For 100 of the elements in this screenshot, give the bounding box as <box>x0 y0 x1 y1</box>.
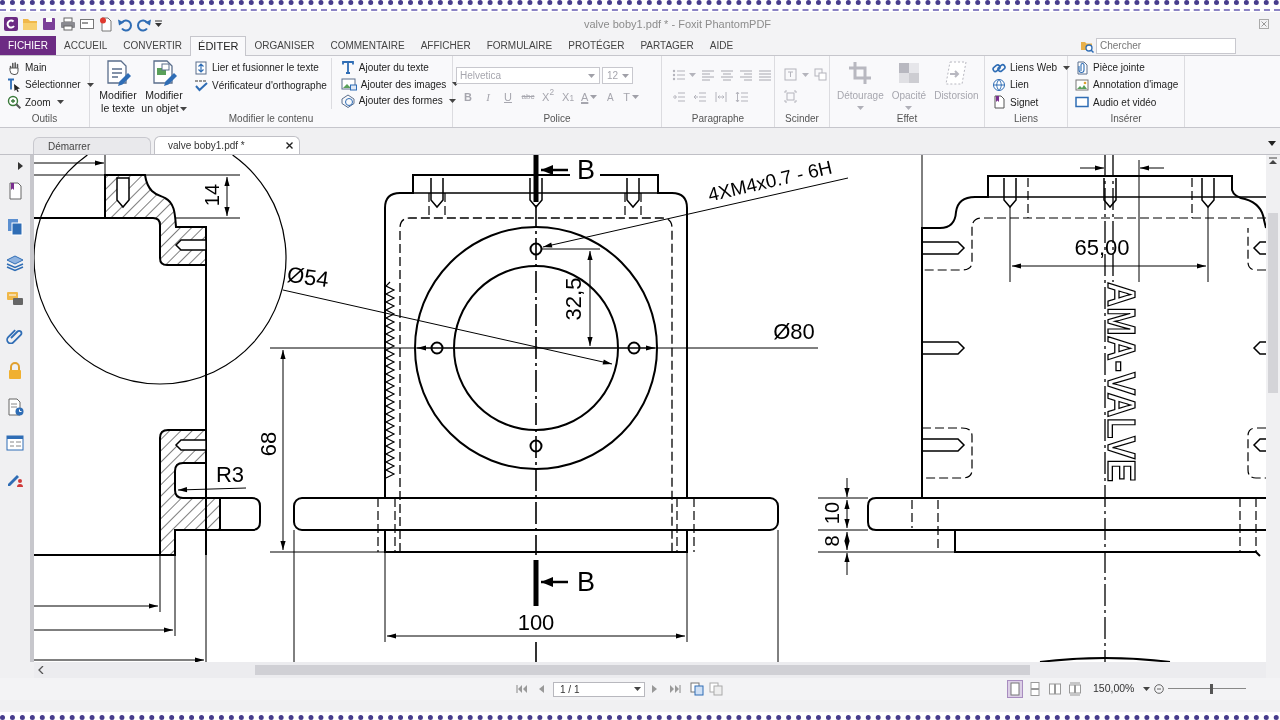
attachment-icon <box>1075 60 1089 75</box>
form-icon[interactable] <box>6 434 24 452</box>
stacked-pages-icon[interactable] <box>709 682 723 696</box>
zoom-out-icon[interactable] <box>1154 684 1165 694</box>
hand-icon <box>7 60 21 75</box>
layers-icon[interactable] <box>6 254 24 272</box>
menu-tab[interactable]: PROTÉGER <box>560 36 633 55</box>
section-letter: B <box>577 155 595 185</box>
document-tab[interactable]: valve boby1.pdf * <box>154 136 300 154</box>
dimension-label: 68 <box>255 431 281 457</box>
spellcheck-button[interactable]: Vérificateur d'orthographe <box>194 76 327 94</box>
caret-icon <box>1143 687 1151 691</box>
menu-tab[interactable]: ORGANISER <box>246 36 323 55</box>
select-tool-button[interactable]: Sélectionner <box>7 76 94 94</box>
expand-icon[interactable] <box>18 162 23 170</box>
add-image-icon <box>340 77 357 91</box>
add-shapes-button[interactable]: Ajouter des formes <box>340 92 460 109</box>
dimension-label: R3 <box>215 461 245 487</box>
close-icon[interactable] <box>286 142 293 149</box>
video-frame-icon <box>1075 95 1089 110</box>
new-document-icon[interactable] <box>98 16 114 32</box>
view-mode-button[interactable] <box>1047 680 1063 698</box>
document-clock-icon[interactable] <box>6 398 24 416</box>
caret-icon <box>588 73 595 78</box>
menu-tab[interactable]: AIDE <box>701 36 742 55</box>
view-mode-button[interactable] <box>1067 680 1083 698</box>
bookmark-icon <box>992 95 1006 110</box>
menu-tab[interactable]: ÉDITER <box>190 36 247 56</box>
group-label: Police <box>543 113 571 125</box>
spellcheck-icon <box>194 78 208 93</box>
form-icon[interactable] <box>79 16 95 32</box>
page-number-field[interactable]: 1 / 1 <box>553 681 645 697</box>
group-label: Paragraphe <box>691 113 745 125</box>
dimension-label: 100 <box>517 609 555 635</box>
zoom-slider[interactable] <box>1168 684 1247 694</box>
comment-icon[interactable] <box>6 290 24 308</box>
edit-text-button[interactable]: Modifier le texte <box>95 56 141 111</box>
dimension-line <box>1139 165 1165 171</box>
globe-icon <box>992 78 1006 92</box>
lock-icon[interactable] <box>6 362 24 380</box>
menu-tab[interactable]: PARTAGER <box>632 36 702 55</box>
attachment-button[interactable]: Pièce jointe <box>1075 59 1179 77</box>
customize-caret-icon[interactable] <box>155 20 162 28</box>
app-logo-icon[interactable] <box>3 16 19 32</box>
document-image-pen-icon <box>150 59 178 87</box>
dimension-label: 65,00 <box>1074 234 1130 260</box>
stacked-pages-icon[interactable] <box>690 682 704 696</box>
audio-video-button[interactable]: Audio et vidéo <box>1075 93 1179 111</box>
shapes-icon <box>340 93 355 108</box>
menu-tab[interactable]: ACCUEIL <box>56 36 116 55</box>
view-mode-button[interactable] <box>1027 680 1043 698</box>
menu-tab[interactable]: AFFICHER <box>412 36 479 55</box>
section-letter: B <box>577 567 595 597</box>
zoom-level-dropdown[interactable]: 150,00% <box>1093 681 1151 697</box>
web-links-button[interactable]: Liens Web <box>992 59 1071 77</box>
pages-icon[interactable] <box>6 218 24 236</box>
link-button[interactable]: Lien <box>992 76 1071 94</box>
first-page-icon[interactable] <box>516 684 528 694</box>
engraved-text: AMA-VALVE <box>1100 282 1142 503</box>
threaded-hole <box>174 439 207 451</box>
cutting-plane-line <box>533 155 539 202</box>
scroll-left-icon[interactable] <box>38 666 44 674</box>
group-label: Insérer <box>1110 113 1142 125</box>
search-field[interactable]: Chercher <box>1096 37 1236 54</box>
bookmark-button[interactable]: Signet <box>992 93 1071 111</box>
document-arrows-icon <box>194 60 208 75</box>
caret-icon <box>590 95 598 99</box>
save-icon[interactable] <box>41 16 57 32</box>
print-icon[interactable] <box>60 16 76 32</box>
document-tab[interactable]: Démarrer <box>33 137 151 154</box>
link-text-button[interactable]: Lier et fusionner le texte <box>194 59 327 77</box>
scroll-up-icon[interactable] <box>1268 157 1278 165</box>
dimension-line <box>1079 165 1105 171</box>
last-page-icon[interactable] <box>669 684 681 694</box>
section-arrow <box>541 577 568 587</box>
scrollbar-thumb[interactable] <box>1268 213 1278 393</box>
caret-icon[interactable] <box>1268 141 1276 146</box>
scrollbar-thumb[interactable] <box>255 665 1030 675</box>
menu-tab[interactable]: COMMENTAIRE <box>322 36 413 55</box>
group-label: Modifier le contenu <box>228 113 314 125</box>
hand-tool-button[interactable]: Main <box>7 59 94 77</box>
slider-thumb[interactable] <box>1209 684 1213 694</box>
group-label: Effet <box>896 113 918 125</box>
zoom-in-icon <box>7 95 21 110</box>
caret-icon <box>634 687 641 691</box>
page-bookmark-icon[interactable] <box>6 182 24 200</box>
menu-tab[interactable]: FICHIER <box>0 36 56 55</box>
view-mode-button[interactable] <box>1007 680 1023 698</box>
dimension-label: 14 <box>201 183 223 207</box>
dimension-line <box>34 160 105 166</box>
image-icon <box>1075 78 1089 92</box>
continuous-pages-icon <box>1029 682 1041 696</box>
threaded-hole <box>116 177 130 209</box>
image-annotation-button[interactable]: Annotation d'image <box>1075 76 1179 94</box>
menu-tab[interactable]: CONVERTIR <box>115 36 191 55</box>
thread-note: 4XM4x0.7 - 6H <box>705 156 835 206</box>
caret-icon <box>622 73 629 78</box>
text-tool-icon <box>340 60 355 75</box>
zoom-tool-button[interactable]: Zoom <box>7 93 94 111</box>
menu-tab[interactable]: FORMULAIRE <box>478 36 561 55</box>
